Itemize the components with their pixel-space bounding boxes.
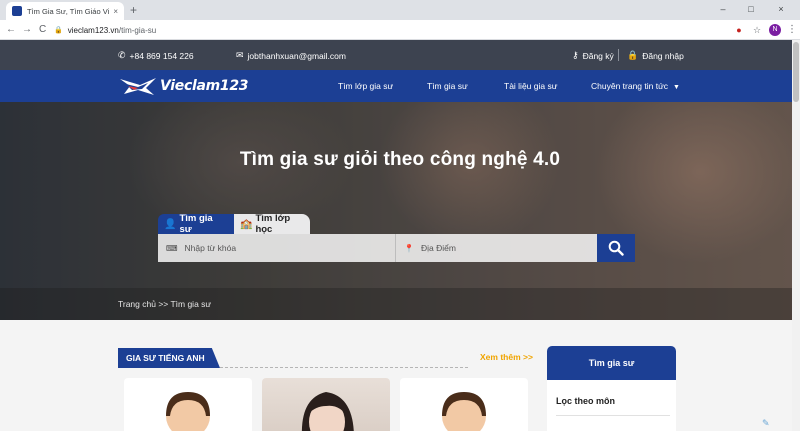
nav-find-class[interactable]: Tìm lớp gia sư [338, 81, 393, 91]
main-content: GIA SƯ TIẾNG ANH Xem thêm >> Tìm gia sư … [0, 320, 800, 431]
browser-tab-bar: Tìm Gia Sư, Tìm Giáo Viên Dạy K × + – □ … [0, 0, 800, 20]
keyboard-icon: ⌨ [166, 243, 178, 253]
tutor-card[interactable] [262, 378, 390, 431]
avatar-placeholder-icon [442, 392, 486, 431]
user-key-icon: ⚷ [572, 50, 579, 60]
chat-widget-icon[interactable]: ✎ [762, 418, 776, 428]
site-favicon-icon [12, 6, 22, 16]
scrollbar-thumb[interactable] [793, 42, 799, 102]
contact-bar: ✆ +84 869 154 226 ✉ jobthanhxuan@gmail.c… [0, 40, 800, 70]
search-button[interactable] [597, 234, 635, 262]
forward-button[interactable]: → [22, 22, 32, 38]
lock-icon: 🔒 [54, 27, 63, 34]
tab-find-tutor-label: Tìm gia sư [179, 213, 213, 235]
phone-number: +84 869 154 226 [129, 50, 194, 61]
url-text: vieclam123.vn/tim-gia-su [68, 26, 156, 35]
phone-contact[interactable]: ✆ +84 869 154 226 [118, 50, 194, 61]
logo-text: Vieclam123 [160, 78, 249, 94]
search-icon [608, 240, 624, 256]
topbar-divider [618, 49, 619, 61]
tutor-photo-portrait [301, 392, 354, 431]
logo-bird-icon [120, 78, 156, 95]
keyword-input[interactable]: ⌨ Nhập từ khóa [158, 234, 396, 262]
browser-menu-button[interactable]: ⋮ [787, 23, 797, 37]
tutor-card[interactable] [400, 378, 528, 431]
email-contact[interactable]: ✉ jobthanhxuan@gmail.com [236, 50, 346, 61]
school-icon: 🏫 [240, 218, 253, 230]
section-title: GIA SƯ TIẾNG ANH [118, 348, 220, 368]
tutor-icon: 👤 [164, 218, 177, 230]
breadcrumb-bar: Trang chủ >> Tìm gia sư [0, 288, 800, 320]
address-bar[interactable]: 🔒 vieclam123.vn/tim-gia-su [54, 23, 714, 37]
breadcrumb[interactable]: Trang chủ >> Tìm gia sư [118, 299, 211, 309]
see-more-link[interactable]: Xem thêm >> [480, 352, 533, 362]
filter-by-subject[interactable]: Lọc theo môn [556, 396, 615, 406]
login-link[interactable]: 🔒 Đăng nhập [627, 50, 684, 61]
nav-tutor-docs[interactable]: Tài liệu gia sư [504, 81, 557, 91]
lock-icon: 🔒 [627, 50, 639, 60]
nav-news-dropdown[interactable]: Chuyên trang tin tức ▼ [591, 81, 680, 91]
browser-toolbar: ← → C 🔒 vieclam123.vn/tim-gia-su ● ☆ N ⋮ [0, 20, 800, 40]
sidebar-filter-panel: Tìm gia sư Lọc theo môn [547, 346, 676, 431]
map-pin-icon: 📍 [404, 243, 414, 253]
main-navigation: Vieclam123 Tìm lớp gia sư Tìm gia sư Tài… [0, 70, 800, 102]
tab-find-class[interactable]: 🏫 Tìm lớp học [234, 213, 310, 235]
phone-icon: ✆ [118, 50, 126, 60]
url-path: /tim-gia-su [118, 25, 157, 35]
back-button[interactable]: ← [6, 22, 16, 38]
browser-tab[interactable]: Tìm Gia Sư, Tìm Giáo Viên Dạy K × [6, 2, 124, 20]
tab-title: Tìm Gia Sư, Tìm Giáo Viên Dạy K [27, 6, 110, 16]
register-link[interactable]: ⚷ Đăng ký [572, 50, 614, 61]
tutor-card[interactable] [124, 378, 252, 431]
bookmark-star-icon[interactable]: ☆ [751, 24, 763, 36]
extension-icon[interactable]: ● [733, 24, 745, 36]
section-divider [220, 367, 468, 368]
location-placeholder: Địa Điểm [420, 243, 456, 253]
site-logo[interactable]: Vieclam123 [118, 75, 249, 97]
login-label: Đăng nhập [642, 50, 684, 61]
browser-window: Tìm Gia Sư, Tìm Giáo Viên Dạy K × + – □ … [0, 0, 800, 431]
email-address: jobthanhxuan@gmail.com [247, 50, 346, 61]
nav-find-tutor[interactable]: Tìm gia sư [427, 81, 468, 91]
window-maximize-button[interactable]: □ [740, 0, 762, 20]
new-tab-button[interactable]: + [130, 2, 137, 18]
search-tabs: 👤 Tìm gia sư 🏫 Tìm lớp học [158, 213, 310, 235]
tab-find-tutor[interactable]: 👤 Tìm gia sư [158, 213, 234, 235]
avatar-placeholder-icon [166, 392, 210, 431]
location-input[interactable]: 📍 Địa Điểm [396, 234, 597, 262]
keyword-placeholder: Nhập từ khóa [184, 243, 237, 253]
mail-icon: ✉ [236, 50, 244, 60]
hero-title: Tìm gia sư giỏi theo công nghệ 4.0 [239, 149, 561, 170]
profile-avatar[interactable]: N [769, 24, 781, 36]
search-form: ⌨ Nhập từ khóa 📍 Địa Điểm [158, 234, 635, 262]
hero-banner: Tìm gia sư giỏi theo công nghệ 4.0 👤 Tìm… [0, 102, 800, 320]
sidebar-title: Tìm gia sư [547, 346, 676, 380]
url-host: vieclam123.vn [67, 25, 119, 35]
tab-close-icon[interactable]: × [113, 7, 118, 16]
sidebar-divider [556, 415, 670, 416]
register-label: Đăng ký [582, 50, 614, 61]
nav-news-label: Chuyên trang tin tức [591, 81, 669, 91]
reload-button[interactable]: C [39, 22, 46, 38]
window-close-button[interactable]: × [770, 0, 792, 20]
chevron-down-icon: ▼ [673, 84, 680, 91]
window-minimize-button[interactable]: – [712, 0, 734, 20]
tab-find-class-label: Tìm lớp học [255, 213, 291, 235]
